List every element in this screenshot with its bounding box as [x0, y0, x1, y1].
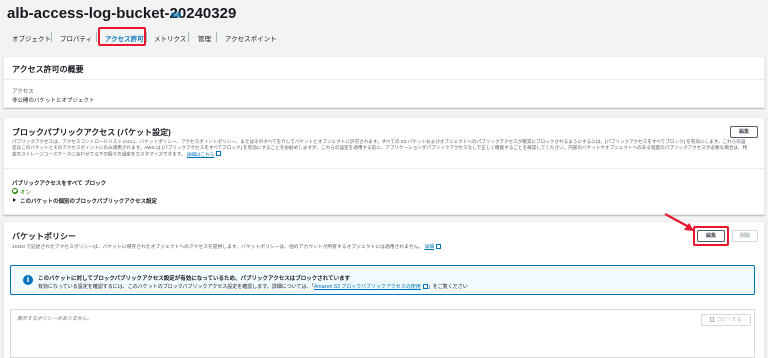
tab-highlight-annotation — [98, 27, 146, 46]
learn-more-link[interactable]: 詳細はこちら — [186, 151, 222, 157]
external-link-icon — [422, 283, 428, 289]
learn-more-text: 詳細はこちら — [186, 151, 215, 157]
tab-divider — [146, 32, 147, 42]
alert-link[interactable]: Amazon S3 ブロックパブリックアクセスの使用 — [314, 283, 428, 290]
copy-icon — [710, 317, 715, 322]
edit-highlight-annotation — [693, 226, 729, 246]
bucket-policy-description: JSON で記述されたアクセスポリシーは、バケットに保存されたオブジェクトへのア… — [12, 243, 442, 250]
check-circle-icon — [12, 188, 18, 194]
bucket-policy-learn-more-link[interactable]: 詳細 — [424, 243, 442, 250]
tab-properties[interactable]: プロパティ — [60, 33, 92, 43]
page-header: alb-access-log-bucket-20240329 情報 オブジェクト… — [0, 0, 768, 54]
access-label: アクセス — [12, 89, 34, 95]
tab-divider — [51, 32, 52, 42]
alert-link-text: Amazon S3 ブロックパブリックアクセスの使用 — [314, 284, 421, 290]
page-title: alb-access-log-bucket-20240329 — [7, 5, 237, 22]
info-link[interactable]: 情報 — [171, 12, 181, 19]
external-link-icon — [216, 151, 222, 157]
editor-placeholder: 表示するポリシーがありません。 — [17, 316, 92, 322]
info-circle-icon: i — [23, 275, 33, 285]
block-public-access-alert: i このバケットに対してブロックパブリックアクセス設定が有効になっているため、パ… — [10, 265, 755, 295]
block-all-label: パブリックアクセスをすべて ブロック — [12, 181, 107, 187]
description-line-text: 定のストレージユースケースに合わせて以下の個々の設定をカスタマイズできます。 — [12, 151, 186, 157]
description-line: 定のストレージユースケースに合わせて以下の個々の設定をカスタマイズできます。 詳… — [12, 151, 764, 158]
policy-editor[interactable]: 表示するポリシーがありません。 コピーする — [10, 309, 755, 358]
permissions-overview-panel: アクセス許可の概要 アクセス 非公開のバケットとオブジェクト — [3, 56, 765, 108]
block-public-access-title: ブロックパブリックアクセス (バケット設定) — [12, 128, 171, 137]
block-public-description: パブリックアクセスは、アクセスコントロールリスト (ACL)、バケットポリシー、… — [12, 139, 764, 158]
access-value: 非公開のバケットとオブジェクト — [12, 98, 95, 104]
bucket-policy-delete-button[interactable]: 削除 — [732, 230, 758, 242]
block-public-access-panel: ブロックパブリックアクセス (バケット設定) 編集 パブリックアクセスは、アクセ… — [3, 117, 765, 215]
alert-title: このバケットに対してブロックパブリックアクセス設定が有効になっているため、パブリ… — [38, 276, 351, 282]
tab-objects[interactable]: オブジェクト — [12, 33, 51, 43]
alert-text: 有効になっている設定を確認するには、このバケットのブロックパブリックアクセス設定… — [38, 283, 468, 290]
external-link-icon — [436, 243, 442, 249]
panel-divider — [4, 79, 764, 80]
tab-divider — [216, 32, 217, 42]
tab-access-points[interactable]: アクセスポイント — [225, 33, 277, 43]
panel-divider — [4, 168, 764, 169]
block-public-edit-button[interactable]: 編集 — [730, 126, 758, 138]
bucket-policy-description-text: JSON で記述されたアクセスポリシーは、バケットに保存されたオブジェクトへのア… — [12, 245, 424, 250]
copy-button[interactable]: コピーする — [701, 314, 751, 326]
individual-settings-expander[interactable]: このバケットの個別のブロックパブリックアクセス設定 — [20, 197, 157, 205]
alert-text-before: 有効になっている設定を確認するには、このバケットのブロックパブリックアクセス設定… — [38, 284, 315, 290]
learn-more-text: 詳細 — [424, 245, 435, 250]
copy-button-label: コピーする — [716, 317, 742, 323]
tab-divider — [188, 32, 189, 42]
annotation-arrow — [664, 213, 694, 231]
overview-title: アクセス許可の概要 — [12, 65, 84, 74]
block-all-status: オン — [20, 190, 32, 196]
bucket-policy-title: バケットポリシー — [12, 232, 76, 241]
caret-right-icon[interactable] — [13, 198, 16, 202]
tab-metrics[interactable]: メトリクス — [154, 33, 186, 43]
alert-text-after: 」をご覧ください — [427, 284, 468, 290]
tab-management[interactable]: 管理 — [198, 33, 211, 43]
tab-divider — [96, 32, 97, 42]
